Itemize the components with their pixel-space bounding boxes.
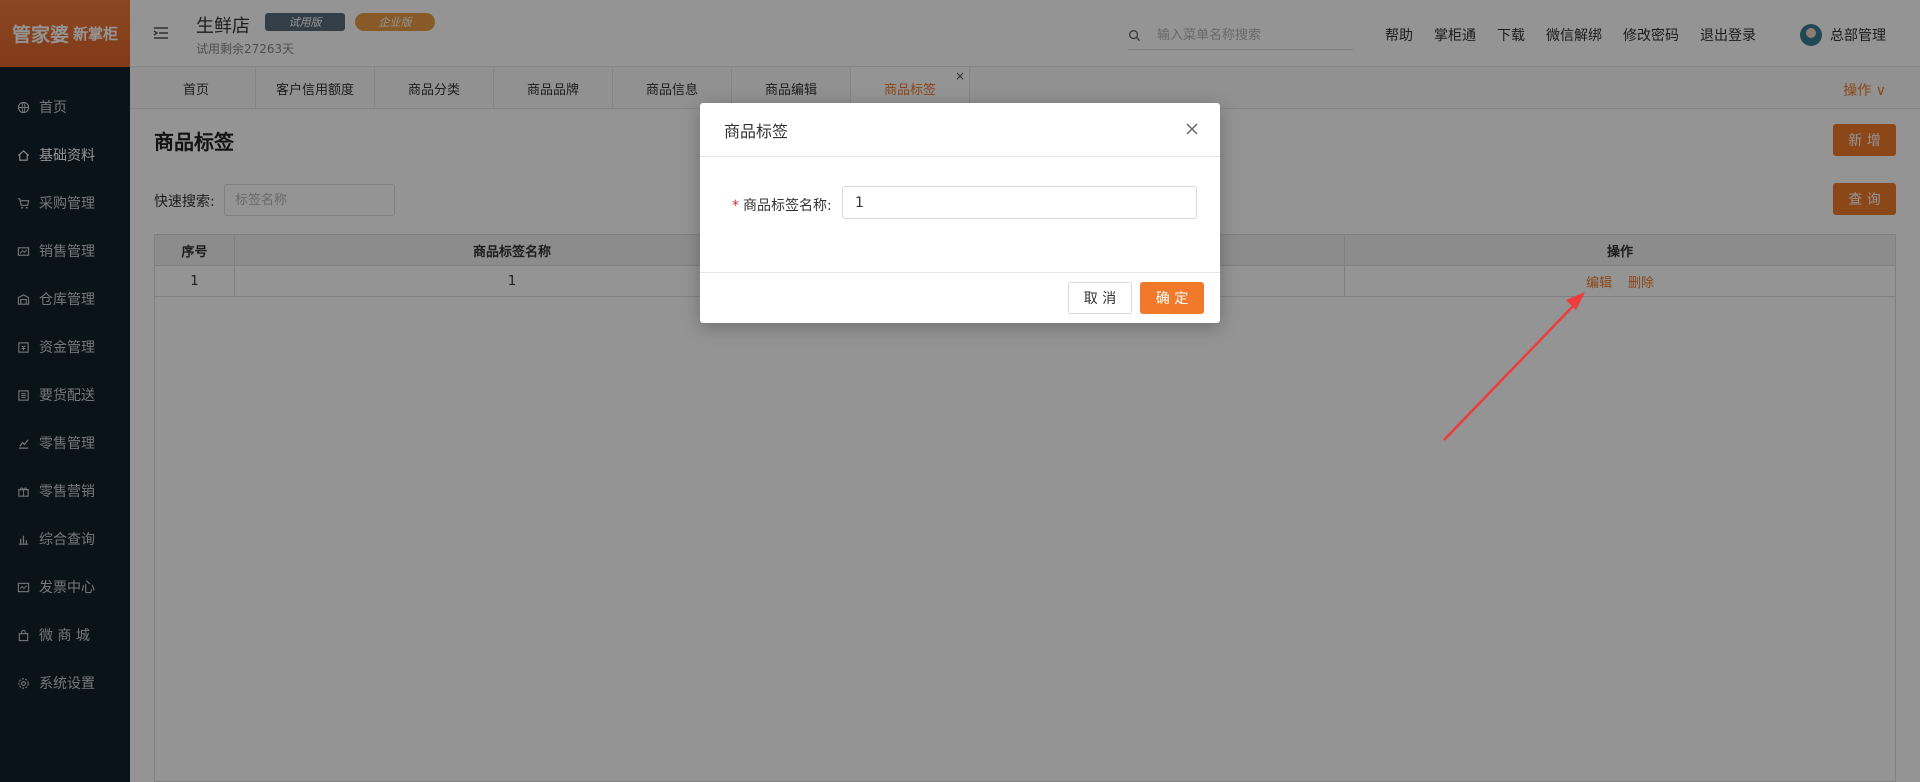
cancel-button[interactable]: 取 消 — [1068, 282, 1132, 314]
tag-dialog: 商品标签 *商品标签名称: 取 消 确 定 — [700, 103, 1220, 323]
dialog-footer: 取 消 确 定 — [700, 273, 1220, 323]
dialog-body: * 商品标签名称: — [700, 157, 1220, 273]
dialog-header: 商品标签 — [700, 103, 1220, 157]
confirm-button[interactable]: 确 定 — [1140, 282, 1204, 314]
dialog-title: 商品标签 — [724, 121, 789, 141]
tag-name-input[interactable] — [842, 186, 1197, 219]
tag-name-label-text: 商品标签名称: — [743, 198, 832, 214]
required-mark: * — [732, 198, 739, 214]
tag-name-label: * 商品标签名称: — [732, 195, 832, 215]
close-icon[interactable] — [1184, 121, 1200, 137]
